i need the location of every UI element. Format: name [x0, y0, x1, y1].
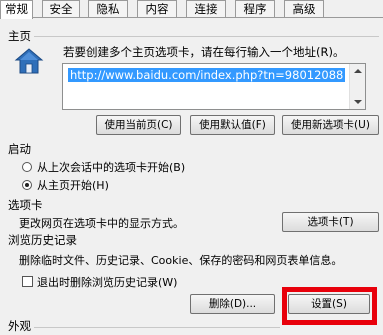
- tab-connections[interactable]: 连接: [186, 0, 226, 17]
- use-current-button[interactable]: 使用当前页(C): [96, 115, 181, 135]
- home-url-value: http://www.baidu.com/index.php?tn=980120…: [68, 68, 346, 82]
- history-description: 删除临时文件、历史记录、Cookie、保存的密码和网页表单信息。: [19, 254, 343, 267]
- home-url-textarea[interactable]: http://www.baidu.com/index.php?tn=980120…: [62, 63, 366, 110]
- tab-programs[interactable]: 程序: [235, 0, 275, 17]
- appearance-separator: [34, 327, 280, 328]
- use-default-button[interactable]: 使用默认值(F): [190, 115, 275, 135]
- startup-home-radio[interactable]: [22, 180, 32, 190]
- appearance-group-title: 外观: [8, 319, 31, 333]
- startup-group-title: 启动: [8, 142, 31, 156]
- home-group-title: 主页: [8, 29, 31, 43]
- house-icon: [14, 46, 44, 76]
- tabs-settings-button[interactable]: 选项卡(T): [282, 212, 379, 232]
- use-new-tab-button[interactable]: 使用新选项卡(U): [282, 115, 379, 135]
- tab-general[interactable]: 常规: [0, 0, 33, 19]
- tab-bar: 常规 安全 隐私 内容 连接 程序 高级: [0, 0, 383, 19]
- scroll-up-icon[interactable]: [354, 69, 362, 73]
- tab-content[interactable]: 内容: [137, 0, 177, 17]
- home-separator: [34, 36, 379, 37]
- tabs-group-title: 选项卡: [8, 198, 43, 212]
- tab-security[interactable]: 安全: [42, 0, 80, 17]
- startup-home-label: 从主页开始(H): [37, 179, 109, 192]
- startup-last-radio[interactable]: [22, 162, 32, 172]
- history-group-title: 浏览历史记录: [8, 233, 77, 247]
- home-instruction: 若要创建多个主页选项卡，请在每行输入一个地址(R)。: [63, 45, 345, 59]
- highlight-box: [282, 287, 377, 325]
- scroll-down-icon[interactable]: [354, 100, 362, 104]
- delete-on-exit-label: 退出时删除浏览历史记录(W): [37, 276, 178, 289]
- delete-on-exit-checkbox[interactable]: [22, 276, 33, 287]
- textarea-scrollbar[interactable]: [349, 64, 365, 109]
- tab-advanced[interactable]: 高级: [284, 0, 324, 17]
- delete-history-button[interactable]: 删除(D)...: [190, 294, 275, 314]
- tab-privacy[interactable]: 隐私: [88, 0, 128, 17]
- tabs-description: 更改网页在选项卡中的显示方式。: [19, 217, 184, 230]
- startup-last-label: 从上次会话中的选项卡开始(B): [37, 161, 186, 174]
